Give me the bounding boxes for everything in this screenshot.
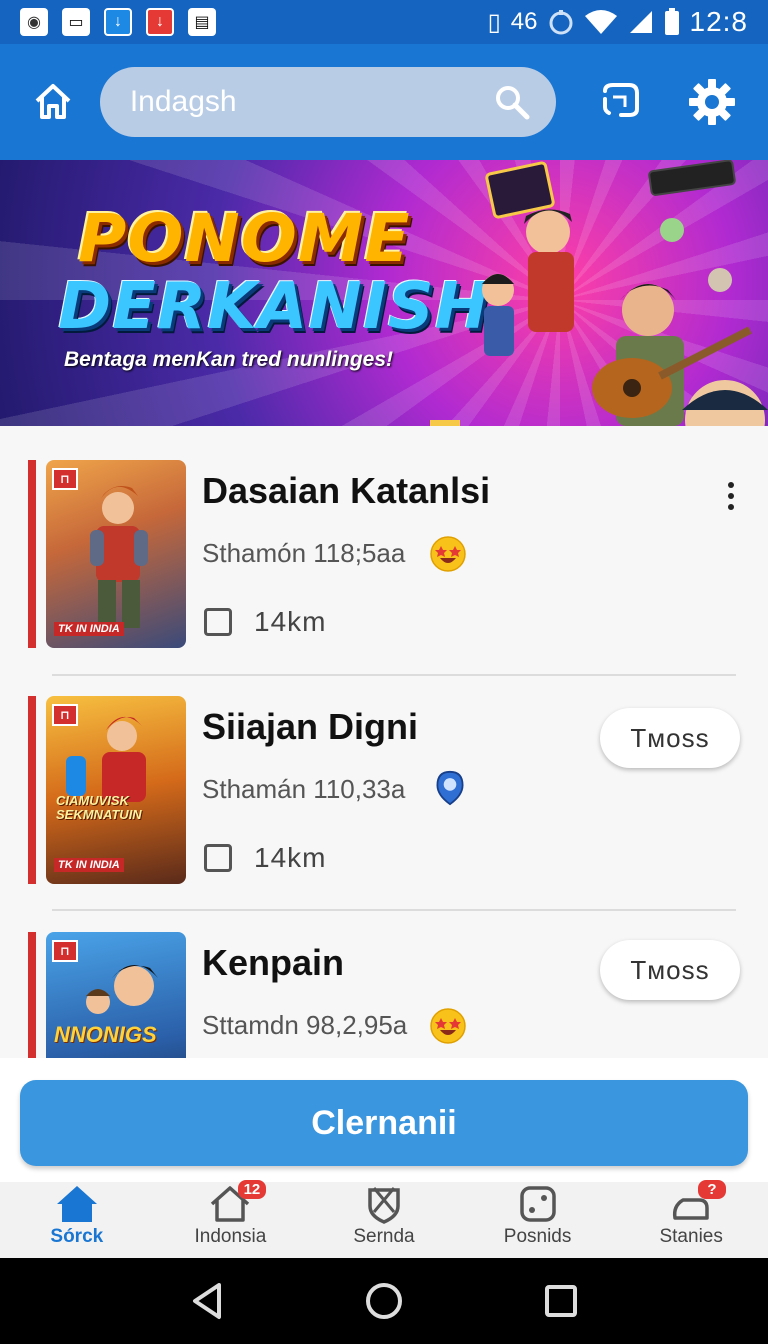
blue-pin-icon [436,770,464,806]
promo-banner[interactable]: PONOME DERKANISH Bentaga menKan tred nun… [0,160,768,426]
search-bar[interactable]: Indagsh [99,67,557,137]
top-app-bar: Indagsh [0,44,768,160]
item-subtitle: Sthamón 118;5aa [202,538,406,568]
dot [728,493,734,499]
data-saver-icon [549,10,572,35]
banner-tagline: Bentaga menKan tred nunlinges! [64,348,394,371]
dot [728,504,734,510]
system-navigation-bar [0,1258,768,1344]
notification-badge: 12 [237,1180,267,1199]
screen-icon: ▭ [62,8,90,36]
more-options-button[interactable] [716,476,746,516]
nav-label: Stanies [659,1226,723,1247]
signal-text: 46 [510,8,538,35]
cover-title: CIAMUVISK SEKMNATUIN [56,793,142,823]
item-cover-image[interactable]: ⊓ CIAMUVISK SEKMNATUIN TK IN INDIA [46,696,186,884]
item-accent-bar [28,696,36,884]
gear-icon [689,79,736,125]
primary-cta-button[interactable]: Clernanii [20,1080,748,1166]
item-cover-image[interactable]: ⊓ TK IN INDIA [46,460,186,648]
banner-title-line1: PONOME [78,200,411,277]
nav-item-sernda[interactable]: Sernda [307,1182,461,1258]
notification-icons: ◉ ▭ ↓ ↓ ▤ [20,8,216,36]
nav-item-posnids[interactable]: Posnids [461,1182,615,1258]
home-icon [35,84,71,119]
cast-button[interactable] [590,72,650,132]
app-icon: ▤ [188,8,216,36]
cta-container: Clernanii [0,1058,768,1182]
item-accent-bar [28,932,36,1058]
nav-label: Sernda [353,1226,415,1247]
banner-characters-illustration [430,160,768,426]
list-item[interactable]: ⊓ CIAMUVISK SEKMNATUIN TK IN INDIA Siiaj… [0,662,768,898]
status-bar: ◉ ▭ ↓ ↓ ▤ ▯ 46 12:8 [0,0,768,44]
item-checkbox[interactable] [204,844,232,872]
star-eyes-emoji-icon [430,1008,466,1044]
cover-badge-icon: ⊓ [52,704,78,726]
clock: 12:8 [689,6,748,37]
results-list: ⊓ TK IN INDIA Dasaian Katanlsi Sthamón 1… [0,426,768,1058]
cell-signal-icon [629,11,652,33]
star-eyes-emoji-icon [430,536,466,572]
cover-title: NNONIGS [54,1022,157,1047]
dot [728,482,734,488]
cover-label: TK IN INDIA [54,622,124,636]
cover-badge-icon: ⊓ [52,468,78,490]
nav-label: Posnids [503,1226,572,1247]
vibrate-icon: ▯ [487,8,501,36]
nav-item-stanies[interactable]: ? Stanies [614,1180,768,1258]
search-input[interactable]: Indagsh [130,85,495,119]
battery-icon [664,8,679,35]
list-item[interactable]: ⊓ TK IN INDIA Dasaian Katanlsi Sthamón 1… [0,426,768,662]
photo-icon: ◉ [20,8,48,36]
item-action-button[interactable]: Tмoss [600,940,740,1000]
recents-icon[interactable] [543,1283,579,1319]
download-red-icon: ↓ [146,8,174,36]
item-cover-image[interactable]: ⊓ NNONIGS [46,932,186,1058]
item-checkbox[interactable] [204,608,232,636]
item-distance: 14km [254,842,327,873]
search-icon[interactable] [494,84,530,120]
shield-icon [368,1187,400,1224]
download-icon: ↓ [104,8,132,36]
home-button[interactable] [26,75,80,129]
nav-item-indonsia[interactable]: 12 Indonsia [154,1180,308,1258]
item-action-button[interactable]: Tмoss [600,708,740,768]
item-subtitle: Sttamdn 98,2,95a [202,1010,408,1040]
item-title[interactable]: Siiajan Digni [202,706,418,748]
nav-label: Sórck [50,1226,104,1247]
notification-badge: ? [698,1180,726,1199]
cover-label: TK IN INDIA [54,858,124,872]
item-subtitle: Sthamán 110,33a [202,774,406,804]
home-icon [56,1186,97,1222]
cover-badge-icon: ⊓ [52,940,78,962]
item-accent-bar [28,460,36,648]
wifi-icon [584,10,617,34]
item-title[interactable]: Kenpain [202,942,344,984]
cast-icon [603,83,640,117]
dice-icon [519,1186,556,1222]
item-distance: 14km [254,606,327,637]
nav-label: Indonsia [194,1226,267,1247]
nav-item-search[interactable]: Sórck [0,1182,154,1258]
bottom-navigation: Sórck 12 Indonsia Sernda Posnids ? Stani… [0,1180,768,1258]
list-item[interactable]: ⊓ NNONIGS Kenpain Tмoss Sttamdn 98,2,95a [0,898,768,1058]
home-circle-icon[interactable] [364,1281,404,1321]
item-title[interactable]: Dasaian Katanlsi [202,470,490,512]
back-icon[interactable] [189,1281,225,1321]
settings-button[interactable] [682,72,742,132]
